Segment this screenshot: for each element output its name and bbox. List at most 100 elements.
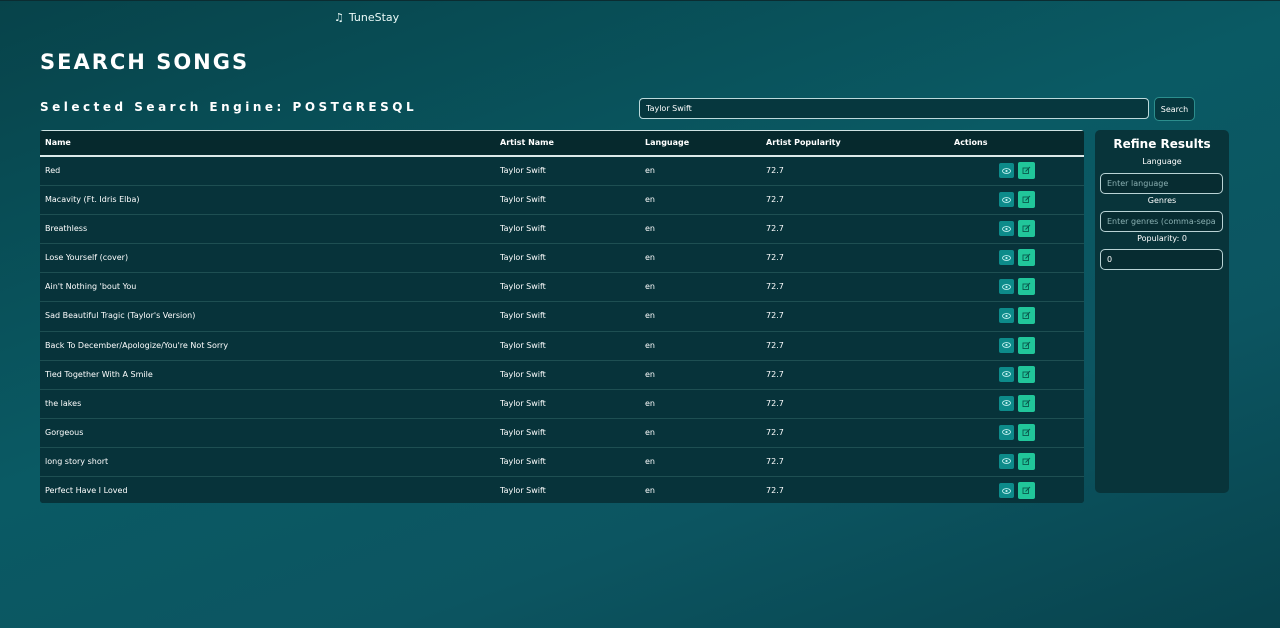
edit-button[interactable] — [1018, 365, 1035, 383]
refine-title: Refine Results — [1113, 137, 1211, 151]
table-row: Red Taylor Swift en 72.7 — [40, 157, 1084, 187]
song-name: Lose Yourself (cover) — [45, 253, 129, 263]
eye-icon — [1002, 429, 1011, 436]
table-row: Back To December/Apologize/You're Not So… — [40, 331, 1084, 361]
artist-popularity: 72.7 — [766, 340, 784, 350]
edit-button[interactable] — [1018, 249, 1035, 267]
artist-popularity: 72.7 — [766, 282, 784, 292]
artist-name: Taylor Swift — [500, 398, 546, 408]
edit-button[interactable] — [1018, 191, 1035, 209]
edit-button[interactable] — [1018, 162, 1035, 179]
artist-name: Taylor Swift — [500, 195, 546, 205]
column-header-name: Name — [45, 138, 71, 147]
table-row: Macavity (Ft. Idris Elba) Taylor Swift en 7… — [40, 186, 1084, 216]
edit-button[interactable] — [1018, 394, 1035, 412]
search-button[interactable]: Search — [1154, 97, 1195, 121]
view-button[interactable] — [999, 250, 1014, 266]
column-header-popularity: Artist Popularity — [766, 138, 841, 147]
language: en — [645, 340, 655, 350]
language: en — [645, 369, 655, 379]
language-filter-input[interactable] — [1100, 173, 1223, 194]
eye-icon — [1002, 487, 1011, 494]
artist-name: Taylor Swift — [500, 486, 546, 496]
view-button[interactable] — [999, 163, 1014, 178]
eye-icon — [1002, 400, 1011, 407]
results-table: Name Artist Name Language Artist Popular… — [40, 130, 1084, 503]
eye-icon — [1002, 254, 1011, 261]
edit-icon — [1022, 166, 1031, 174]
artist-popularity: 72.7 — [766, 166, 784, 175]
song-name: long story short — [45, 456, 109, 466]
artist-popularity: 72.7 — [766, 253, 784, 263]
language: en — [645, 224, 655, 234]
table-row: Tied Together With A Smile Taylor Swift en… — [40, 360, 1084, 390]
artist-name: Taylor Swift — [500, 166, 546, 175]
edit-icon — [1022, 370, 1031, 378]
view-button[interactable] — [999, 453, 1014, 469]
popularity-filter-label: Popularity: 0 — [1137, 234, 1187, 243]
table-row: long story short Taylor Swift en 72.7 — [40, 447, 1084, 478]
edit-button[interactable] — [1018, 220, 1035, 238]
language: en — [645, 456, 655, 466]
table-row: Breathless Taylor Swift en 72.7 — [40, 215, 1084, 245]
view-button[interactable] — [999, 279, 1014, 295]
view-button[interactable] — [999, 366, 1014, 382]
column-header-language: Language — [645, 138, 690, 147]
eye-icon — [1002, 313, 1011, 319]
eye-icon — [1002, 225, 1011, 232]
language: en — [645, 486, 655, 496]
view-button[interactable] — [999, 483, 1014, 499]
edit-button[interactable] — [1018, 336, 1035, 354]
edit-button[interactable] — [1018, 278, 1035, 296]
eye-icon — [1002, 167, 1011, 174]
artist-popularity: 72.7 — [766, 456, 784, 466]
artist-name: Taylor Swift — [500, 427, 546, 437]
song-name: Sad Beautiful Tragic (Taylor's Version) — [45, 311, 196, 321]
table-row: Perfect Have I Loved Taylor Swift en 72.7 — [40, 477, 1084, 503]
song-name: Tied Together With A Smile — [45, 369, 153, 379]
table-row: Lose Yourself (cover) Taylor Swift en 72.7 — [40, 244, 1084, 274]
language: en — [645, 195, 655, 205]
edit-icon — [1022, 224, 1031, 233]
view-button[interactable] — [999, 337, 1014, 353]
column-header-artist: Artist Name — [500, 138, 554, 147]
view-button[interactable] — [999, 395, 1014, 411]
edit-icon — [1022, 283, 1031, 291]
view-button[interactable] — [999, 192, 1014, 208]
eye-icon — [1002, 196, 1011, 203]
edit-button[interactable] — [1018, 423, 1035, 441]
artist-popularity: 72.7 — [766, 311, 784, 321]
search-input[interactable] — [639, 98, 1149, 119]
edit-button[interactable] — [1018, 452, 1035, 470]
brand-name: TuneStay — [348, 11, 400, 24]
artist-name: Taylor Swift — [500, 253, 546, 263]
song-name: Red — [45, 166, 61, 175]
refine-panel: Refine Results Language Genres Popularit… — [1095, 130, 1229, 493]
edit-button[interactable] — [1018, 482, 1035, 500]
table-row: Ain't Nothing 'bout You Taylor Swift en 72.… — [40, 273, 1084, 303]
genres-filter-label: Genres — [1147, 196, 1177, 205]
table-body: Red Taylor Swift en 72.7 Macavity (Ft. Idris… — [40, 157, 1084, 503]
view-button[interactable] — [999, 308, 1014, 324]
eye-icon — [1002, 342, 1011, 348]
edit-button[interactable] — [1018, 307, 1035, 325]
eye-icon — [1002, 371, 1011, 378]
edit-icon — [1022, 428, 1031, 436]
table-row: Sad Beautiful Tragic (Taylor's Version) T… — [40, 302, 1084, 332]
edit-icon — [1022, 312, 1031, 320]
view-button[interactable] — [999, 221, 1014, 237]
table-row: the lakes Taylor Swift en 72.7 — [40, 389, 1084, 419]
navbar-brand[interactable]: ♫ TuneStay — [334, 11, 399, 24]
artist-popularity: 72.7 — [766, 427, 784, 437]
artist-popularity: 72.7 — [766, 224, 784, 234]
eye-icon — [1002, 458, 1011, 465]
song-name: Ain't Nothing 'bout You — [45, 282, 137, 292]
artist-name: Taylor Swift — [500, 311, 546, 321]
language: en — [645, 282, 655, 292]
popularity-filter-input[interactable] — [1100, 249, 1223, 270]
view-button[interactable] — [999, 424, 1014, 440]
language: en — [645, 253, 655, 263]
artist-name: Taylor Swift — [500, 456, 546, 466]
genres-filter-input[interactable] — [1100, 211, 1223, 232]
edit-icon — [1022, 253, 1031, 262]
